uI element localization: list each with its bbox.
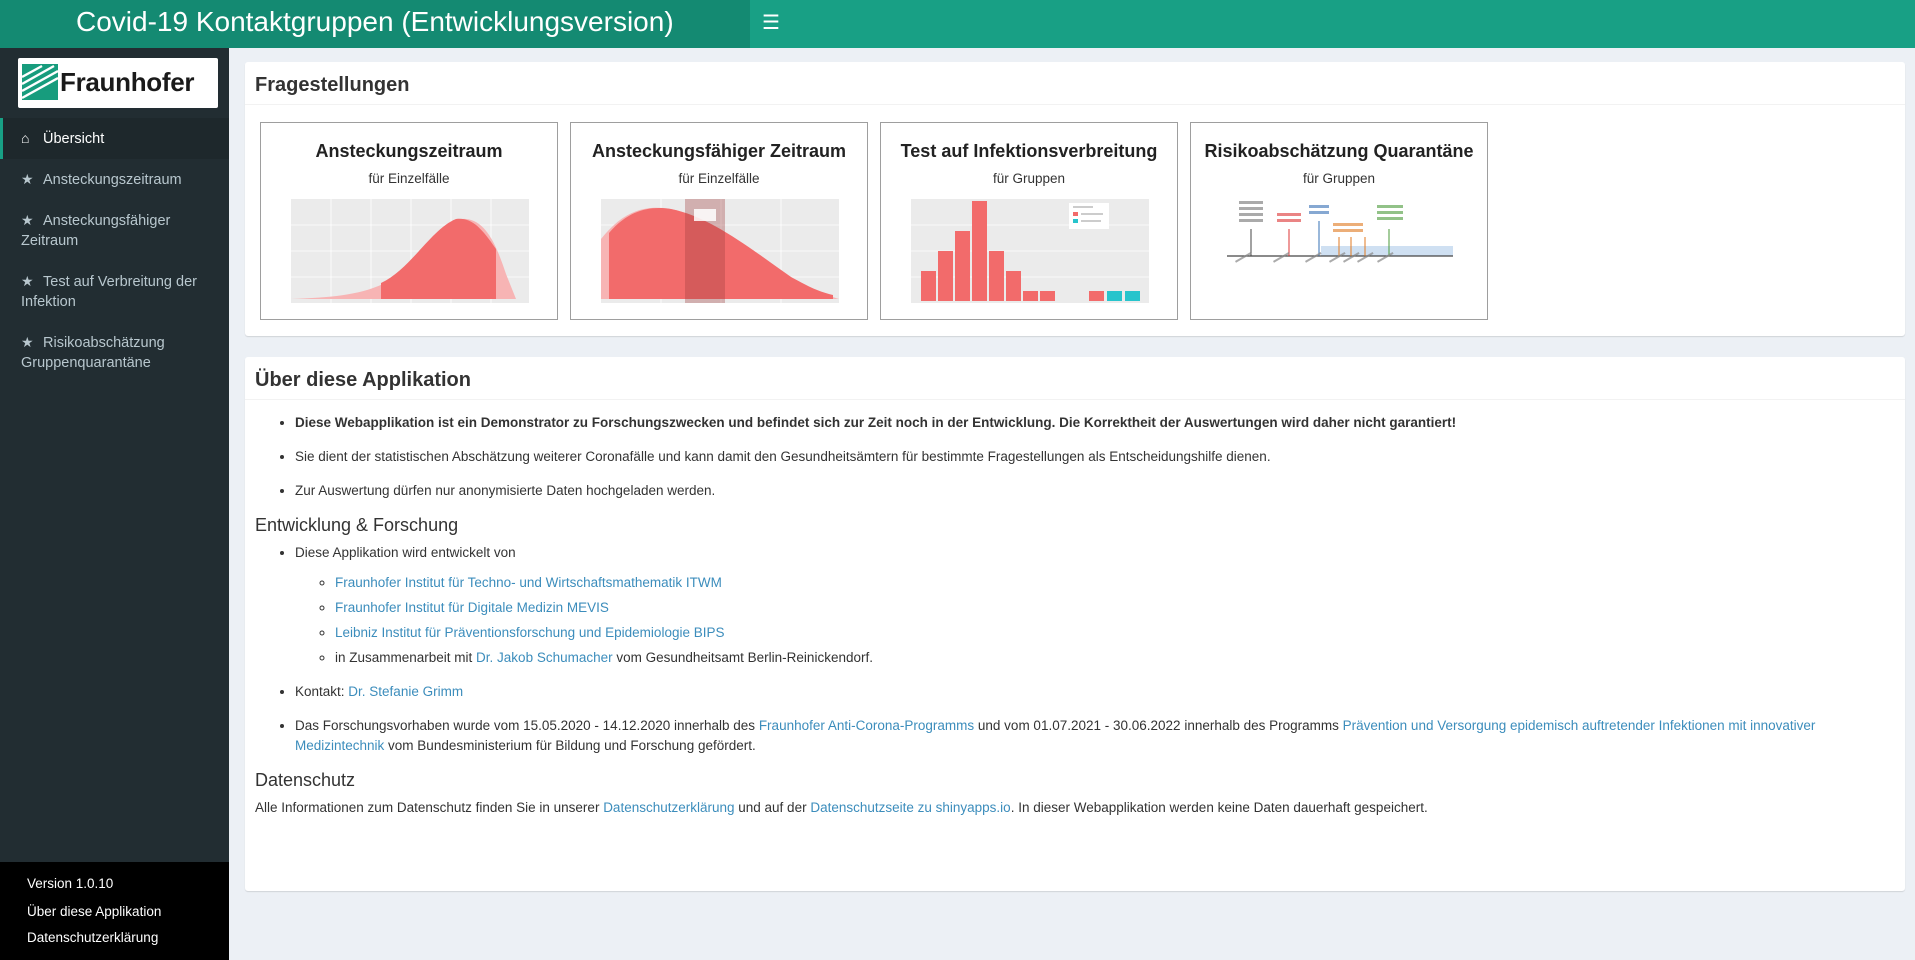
sidebar-item-ansteckungsfaehiger-zeitraum[interactable]: ★ Ansteckungsfähiger Zeitraum xyxy=(0,200,229,261)
sidebar-item-label: Ansteckungszeitraum xyxy=(43,172,182,188)
about-app-link[interactable]: Über diese Applikation xyxy=(27,904,161,919)
mevis-link[interactable]: Fraunhofer Institut für Digitale Medizin… xyxy=(335,600,609,615)
sidebar-footer: Version 1.0.10 Über diese Applikation Da… xyxy=(0,862,229,960)
anti-corona-program-link[interactable]: Fraunhofer Anti-Corona-Programms xyxy=(759,718,974,733)
card-ansteckungsfaehiger-zeitraum[interactable]: Ansteckungsfähiger Zeitraum für Einzelfä… xyxy=(570,122,868,320)
list-item: in Zusammenarbeit mit Dr. Jakob Schumach… xyxy=(335,648,1895,668)
list-item: Fraunhofer Institut für Digitale Medizin… xyxy=(335,598,1895,618)
itwm-link[interactable]: Fraunhofer Institut für Techno- und Wirt… xyxy=(335,575,722,590)
sidebar-item-label: Ansteckungsfähiger Zeitraum xyxy=(21,213,171,249)
shinyapps-privacy-link[interactable]: Datenschutzseite zu shinyapps.io xyxy=(810,800,1010,815)
privacy-text-end: . In dieser Webapplikation werden keine … xyxy=(1010,800,1428,815)
about-body: Diese Webapplikation ist ein Demonstrato… xyxy=(255,413,1895,818)
dev-intro-text: Diese Applikation wird entwickelt von xyxy=(295,545,516,560)
list-item: Leibniz Institut für Präventionsforschun… xyxy=(335,623,1895,643)
collab-text: in Zusammenarbeit mit xyxy=(335,650,477,665)
sidebar: Fraunhofer ⌂ Übersicht ★ Ansteckungszeitra… xyxy=(0,48,229,960)
list-item: Fraunhofer Institut für Techno- und Wirt… xyxy=(335,573,1895,593)
dev-list: Diese Applikation wird entwickelt von Fr… xyxy=(255,543,1895,756)
bips-link[interactable]: Leibniz Institut für Präventionsforschun… xyxy=(335,625,724,640)
privacy-text-mid: und auf der xyxy=(734,800,811,815)
institutions-list: Fraunhofer Institut für Techno- und Wirt… xyxy=(295,573,1895,668)
privacy-paragraph: Alle Informationen zum Datenschutz finde… xyxy=(255,798,1895,818)
star-icon: ★ xyxy=(21,273,34,289)
about-box-header: Über diese Applikation xyxy=(245,357,1905,400)
fraunhofer-logo-mark xyxy=(22,64,58,100)
top-header: Covid-19 Kontaktgruppen (Entwicklungsver… xyxy=(0,0,1915,48)
about-box: Über diese Applikation Diese Webapplikat… xyxy=(245,357,1905,891)
version-label: Version 1.0.10 xyxy=(27,876,114,891)
questions-title: Fragestellungen xyxy=(255,74,410,96)
sidebar-item-label: Übersicht xyxy=(43,131,105,147)
questions-box-header: Fragestellungen xyxy=(245,62,1905,105)
app-title: Covid-19 Kontaktgruppen (Entwicklungsver… xyxy=(76,6,674,37)
sidebar-nav: ⌂ Übersicht ★ Ansteckungszeitraum ★ Ansteck… xyxy=(0,118,229,383)
collab-text-end: vom Gesundheitsamt Berlin-Reinickendorf. xyxy=(612,650,873,665)
star-icon: ★ xyxy=(21,212,34,228)
card-subtitle: für Einzelfälle xyxy=(368,171,450,186)
main-content: Fragestellungen Ansteckungszeitraum für … xyxy=(229,48,1915,960)
sidebar-toggle-button[interactable]: ☰ xyxy=(750,0,792,48)
list-item: Diese Webapplikation ist ein Demonstrato… xyxy=(295,413,1895,433)
list-item: Das Forschungsvorhaben wurde vom 15.05.2… xyxy=(295,716,1895,756)
list-item: Kontakt: Dr. Stefanie Grimm xyxy=(295,682,1895,702)
list-item: Sie dient der statistischen Abschätzung … xyxy=(295,447,1895,467)
card-ansteckungszeitraum[interactable]: Ansteckungszeitraum für Einzelfälle xyxy=(260,122,558,320)
funding-text: Das Forschungsvorhaben wurde vom 15.05.2… xyxy=(295,718,759,733)
privacy-text: Alle Informationen zum Datenschutz finde… xyxy=(255,800,604,815)
sidebar-item-label: Risikoabschätzung Gruppenquarantäne xyxy=(21,335,165,371)
header-logo-area: Covid-19 Kontaktgruppen (Entwicklungsver… xyxy=(0,0,750,48)
hamburger-icon: ☰ xyxy=(762,12,780,34)
quarantine-timeline-thumbnail xyxy=(1221,199,1459,303)
card-subtitle: für Einzelfälle xyxy=(678,171,760,186)
card-test-infektionsverbreitung[interactable]: Test auf Infektionsverbreitung für Grupp… xyxy=(880,122,1178,320)
privacy-statement-link[interactable]: Datenschutzerklärung xyxy=(603,800,734,815)
contact-label: Kontakt: xyxy=(295,684,349,699)
fraunhofer-wordmark: Fraunhofer xyxy=(60,67,195,97)
privacy-heading: Datenschutz xyxy=(255,770,356,790)
card-title: Ansteckungszeitraum xyxy=(315,141,503,161)
sidebar-item-uebersicht[interactable]: ⌂ Übersicht xyxy=(0,118,229,159)
card-risikoabschaetzung-quarantaene[interactable]: Risikoabschätzung Quarantäne für Gruppen xyxy=(1190,122,1488,320)
infectious-period-thumbnail xyxy=(601,199,839,303)
dev-research-heading: Entwicklung & Forschung xyxy=(255,515,459,535)
card-title: Risikoabschätzung Quarantäne xyxy=(1204,141,1474,161)
disclaimer-text: Diese Webapplikation ist ein Demonstrato… xyxy=(295,415,1457,430)
sidebar-item-ansteckungszeitraum[interactable]: ★ Ansteckungszeitraum xyxy=(0,159,229,200)
sidebar-item-label: Test auf Verbreitung der Infektion xyxy=(21,274,197,310)
card-title: Test auf Infektionsverbreitung xyxy=(900,141,1158,161)
questions-box: Fragestellungen Ansteckungszeitraum für … xyxy=(245,62,1905,336)
star-icon: ★ xyxy=(21,171,34,187)
fraunhofer-logo: Fraunhofer xyxy=(18,58,218,108)
funding-text-mid: und vom 01.07.2021 - 30.06.2022 innerhal… xyxy=(974,718,1343,733)
funding-text-end: vom Bundesministerium für Bildung und Fo… xyxy=(384,738,756,753)
card-subtitle: für Gruppen xyxy=(1302,171,1376,186)
card-subtitle: für Gruppen xyxy=(992,171,1066,186)
sidebar-item-risikoabschaetzung[interactable]: ★ Risikoabschätzung Gruppenquarantäne xyxy=(0,322,229,383)
list-item: Zur Auswertung dürfen nur anonymisierte … xyxy=(295,481,1895,501)
star-icon: ★ xyxy=(21,334,34,350)
about-title: Über diese Applikation xyxy=(255,369,471,391)
infection-spread-histogram-thumbnail xyxy=(911,199,1149,303)
schumacher-link[interactable]: Dr. Jakob Schumacher xyxy=(476,650,613,665)
list-item: Diese Applikation wird entwickelt von Fr… xyxy=(295,543,1895,668)
home-icon: ⌂ xyxy=(21,130,30,146)
sidebar-item-test-verbreitung[interactable]: ★ Test auf Verbreitung der Infektion xyxy=(0,261,229,322)
privacy-policy-link[interactable]: Datenschutzerklärung xyxy=(27,930,158,945)
about-list: Diese Webapplikation ist ein Demonstrato… xyxy=(255,413,1895,501)
data-upload-note: Zur Auswertung dürfen nur anonymisierte … xyxy=(295,483,716,498)
infection-period-thumbnail xyxy=(291,199,529,303)
card-title: Ansteckungsfähiger Zeitraum xyxy=(591,141,847,161)
purpose-text: Sie dient der statistischen Abschätzung … xyxy=(295,449,1271,464)
contact-link[interactable]: Dr. Stefanie Grimm xyxy=(348,684,463,699)
